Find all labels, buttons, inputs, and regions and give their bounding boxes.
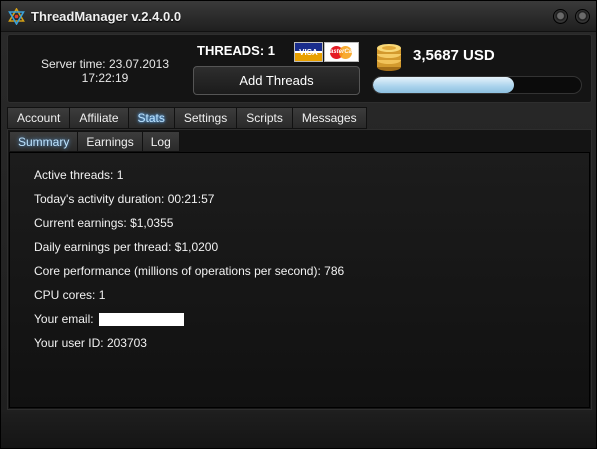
tab-messages[interactable]: Messages	[291, 107, 367, 129]
stat-daily-earnings-per-thread: Daily earnings per thread: $1,0200	[34, 240, 218, 254]
stat-label: Today's activity duration:	[34, 192, 165, 206]
stat-cpu-cores: CPU cores: 1	[34, 288, 105, 302]
stat-value: 00:21:57	[167, 192, 215, 206]
title-bar[interactable]: ThreadManager v.2.4.0.0	[1, 1, 596, 32]
window-title: ThreadManager v.2.4.0.0	[31, 9, 182, 24]
visa-text: VISA	[299, 47, 318, 57]
add-threads-button[interactable]: Add Threads	[193, 66, 360, 95]
app-window: ThreadManager v.2.4.0.0 Server time: 23.…	[0, 0, 597, 449]
stats-subtabs: Summary Earnings Log	[9, 131, 180, 152]
redacted-email	[98, 313, 184, 327]
stat-current-earnings: Current earnings: $1,0355	[34, 216, 173, 230]
tab-affiliate[interactable]: Affiliate	[69, 107, 128, 129]
close-button[interactable]	[575, 9, 590, 24]
tab-account[interactable]: Account	[7, 107, 70, 129]
stat-user-email: Your email:	[34, 312, 184, 327]
header-panel: Server time: 23.07.2013 17:22:19 THREADS…	[7, 34, 592, 103]
threads-count: THREADS: 1	[197, 43, 276, 58]
stat-active-threads: Active threads: 1	[34, 168, 123, 182]
stat-value: $1,0200	[174, 240, 219, 254]
stat-activity-duration: Today's activity duration: 00:21:57	[34, 192, 214, 206]
minimize-button[interactable]	[553, 9, 568, 24]
earnings-progress-bar	[372, 76, 582, 94]
server-time: Server time: 23.07.2013 17:22:19	[30, 57, 180, 85]
stat-user-id: Your user ID: 203703	[34, 336, 147, 350]
mastercard-icon: MasterCard	[323, 42, 359, 62]
main-tabs: Account Affiliate Stats Settings Scripts Mess…	[7, 107, 367, 129]
app-logo-icon	[8, 8, 25, 25]
stat-label: Your email:	[34, 312, 94, 326]
subtab-log[interactable]: Log	[141, 131, 180, 152]
coins-icon	[377, 44, 401, 71]
stat-value: 786	[324, 264, 345, 278]
server-time-date: Server time: 23.07.2013	[40, 57, 170, 71]
server-time-clock: 17:22:19	[81, 71, 129, 85]
stat-value: 1	[98, 288, 106, 302]
stat-core-performance: Core performance (millions of operations…	[34, 264, 344, 278]
subtab-earnings[interactable]: Earnings	[77, 131, 142, 152]
stat-label: Your user ID:	[34, 336, 104, 350]
subtab-summary[interactable]: Summary	[9, 131, 78, 152]
tab-settings[interactable]: Settings	[173, 107, 237, 129]
stat-value: 203703	[106, 336, 147, 350]
footer	[1, 412, 596, 448]
tab-stats[interactable]: Stats	[127, 107, 174, 129]
stat-label: Core performance (millions of operations…	[34, 264, 321, 278]
mastercard-text: MasterCard	[324, 49, 358, 55]
stat-value: $1,0355	[130, 216, 174, 230]
payment-cards: VISA MasterCard	[294, 42, 359, 62]
stat-label: CPU cores:	[34, 288, 96, 302]
stat-label: Daily earnings per thread:	[34, 240, 172, 254]
summary-panel	[9, 152, 590, 408]
tab-scripts[interactable]: Scripts	[236, 107, 292, 129]
stat-label: Current earnings:	[34, 216, 127, 230]
visa-card-icon: VISA	[294, 42, 323, 62]
stat-value: 1	[116, 168, 124, 182]
stat-label: Active threads:	[34, 168, 114, 182]
progress-fill	[373, 77, 515, 93]
balance-amount: 3,5687 USD	[413, 47, 495, 64]
